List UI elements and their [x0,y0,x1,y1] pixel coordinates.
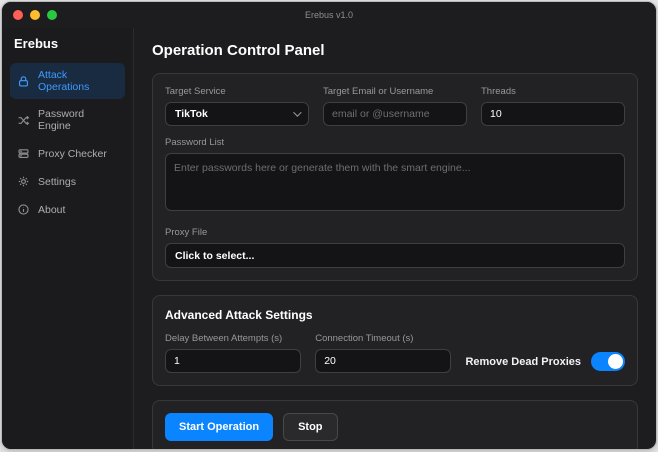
info-icon [17,203,30,216]
timeout-group: Connection Timeout (s) [315,333,451,373]
sidebar-item-label: Proxy Checker [38,148,107,160]
shuffle-icon [17,114,30,127]
actions-panel: Start Operation Stop [152,400,638,449]
titlebar: Erebus v1.0 [2,2,656,28]
sidebar-item-label: About [38,204,65,216]
threads-label: Threads [481,86,625,97]
proxy-file-picker[interactable]: Click to select... [165,243,625,268]
sidebar-item-proxy-checker[interactable]: Proxy Checker [10,141,125,166]
sidebar-item-label: Password Engine [38,108,118,132]
advanced-settings-title: Advanced Attack Settings [165,308,625,322]
app-window: Erebus v1.0 Erebus Attack Operations Pas [1,1,657,450]
remove-dead-proxies-toggle[interactable] [591,352,625,371]
proxy-file-value: Click to select... [175,250,254,262]
window-title: Erebus v1.0 [305,10,353,20]
target-service-select[interactable]: TikTok [165,102,309,126]
timeout-label: Connection Timeout (s) [315,333,451,344]
app-name: Erebus [10,34,125,63]
target-email-label: Target Email or Username [323,86,467,97]
lock-icon [17,75,30,88]
password-list-group: Password List [165,137,625,216]
remove-dead-proxies-group: Remove Dead Proxies [465,352,625,373]
threads-input[interactable] [481,102,625,126]
sidebar-item-label: Settings [38,176,76,188]
traffic-lights [13,10,57,20]
password-list-label: Password List [165,137,625,148]
threads-group: Threads [481,86,625,126]
operation-form-panel: Target Service TikTok Target Email or Us… [152,73,638,281]
sidebar: Erebus Attack Operations Password Engine [2,28,134,449]
password-list-textarea[interactable] [165,153,625,211]
proxy-file-group: Proxy File Click to select... [165,227,625,268]
target-service-value: TikTok [175,108,208,120]
window-content: Erebus Attack Operations Password Engine [2,28,656,449]
proxy-file-label: Proxy File [165,227,625,238]
target-email-group: Target Email or Username [323,86,467,126]
chevron-down-icon [293,108,301,116]
target-service-group: Target Service TikTok [165,86,309,126]
delay-label: Delay Between Attempts (s) [165,333,301,344]
start-operation-button[interactable]: Start Operation [165,413,273,441]
delay-input[interactable] [165,349,301,373]
gear-icon [17,175,30,188]
page-title: Operation Control Panel [152,42,638,59]
sidebar-item-settings[interactable]: Settings [10,169,125,194]
sidebar-item-about[interactable]: About [10,197,125,222]
delay-group: Delay Between Attempts (s) [165,333,301,373]
sidebar-item-attack-operations[interactable]: Attack Operations [10,63,125,99]
target-service-label: Target Service [165,86,309,97]
main-panel: Operation Control Panel Target Service T… [134,28,656,449]
target-email-input[interactable] [323,102,467,126]
sidebar-item-label: Attack Operations [38,69,118,93]
close-window-button[interactable] [13,10,23,20]
advanced-settings-panel: Advanced Attack Settings Delay Between A… [152,295,638,386]
sidebar-item-password-engine[interactable]: Password Engine [10,102,125,138]
zoom-window-button[interactable] [47,10,57,20]
minimize-window-button[interactable] [30,10,40,20]
toggle-knob [608,354,623,369]
timeout-input[interactable] [315,349,451,373]
stop-button[interactable]: Stop [283,413,337,441]
server-icon [17,147,30,160]
remove-dead-proxies-label: Remove Dead Proxies [465,356,581,368]
